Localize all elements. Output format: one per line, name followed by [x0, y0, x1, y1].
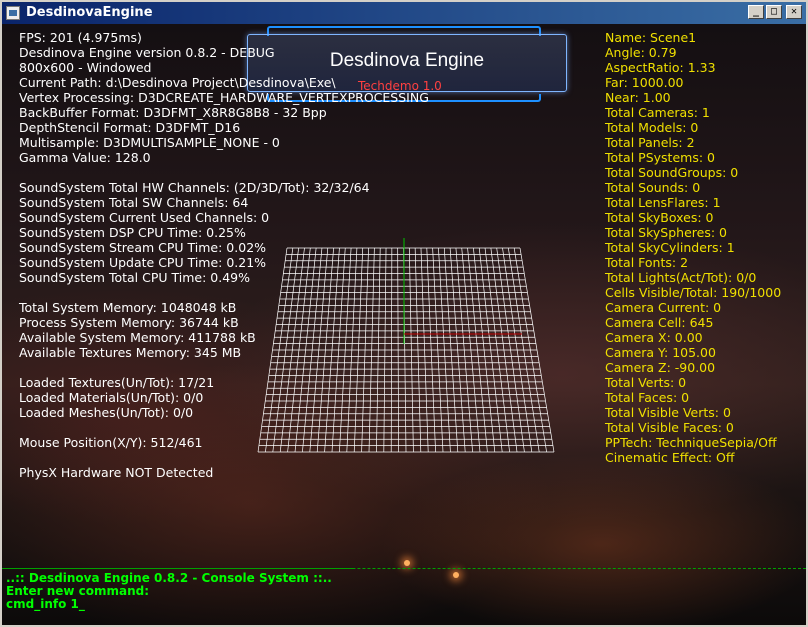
scene-stat-line: Total Lights(Act/Tot): 0/0: [605, 270, 757, 285]
engine-stat-line: Process System Memory: 36744 kB: [19, 315, 239, 330]
scene-stat-line: Cinematic Effect: Off: [605, 450, 735, 465]
engine-stat-line: [19, 285, 429, 300]
scene-stat-line: PPTech: TechniqueSepia/Off: [605, 435, 777, 450]
scene-stat-line: Far: 1000.00: [605, 75, 684, 90]
engine-stat-line: BackBuffer Format: D3DFMT_X8R8G8B8 - 32 …: [19, 105, 327, 120]
scene-stat-line: Total Cameras: 1: [605, 105, 710, 120]
scene-stat-line: Total Sounds: 0: [605, 180, 701, 195]
minimize-button[interactable]: _: [748, 5, 764, 19]
scene-stat-line: Total LensFlares: 1: [605, 195, 721, 210]
scene-stat-line: Camera X: 0.00: [605, 330, 703, 345]
close-button[interactable]: ✕: [786, 5, 802, 19]
console-input[interactable]: cmd_info 1_: [6, 598, 332, 611]
engine-stat-line: Available Textures Memory: 345 MB: [19, 345, 242, 360]
engine-stat-line: [19, 360, 429, 375]
engine-stat-line: Loaded Textures(Un/Tot): 17/21: [19, 375, 215, 390]
scene-stat-line: Camera Cell: 645: [605, 315, 714, 330]
scene-stat-line: Total SkyCylinders: 1: [605, 240, 735, 255]
engine-stat-line: Current Path: d:\Desdinova Project\Desdi…: [19, 75, 336, 90]
engine-stat-line: Mouse Position(X/Y): 512/461: [19, 435, 203, 450]
scene-stats-panel: Name: Scene1 Angle: 0.79 AspectRatio: 1.33…: [605, 30, 781, 465]
scene-stat-line: Total Panels: 2: [605, 135, 695, 150]
scene-stat-line: Cells Visible/Total: 190/1000: [605, 285, 782, 300]
window-title: DesdinovaEngine: [26, 5, 153, 20]
scene-stat-line: Camera Z: -90.00: [605, 360, 716, 375]
scene-stat-line: Total Models: 0: [605, 120, 699, 135]
scene-stat-line: Total PSystems: 0: [605, 150, 715, 165]
engine-stat-line: Multisample: D3DMULTISAMPLE_NONE - 0: [19, 135, 280, 150]
render-viewport[interactable]: Desdinova Engine Techdemo 1.0 FPS: 201 (…: [2, 24, 806, 625]
scene-stat-line: Total Fonts: 2: [605, 255, 689, 270]
engine-stat-line: Total System Memory: 1048048 kB: [19, 300, 237, 315]
engine-stat-line: [19, 420, 429, 435]
engine-stat-line: PhysX Hardware NOT Detected: [19, 465, 214, 480]
engine-stat-line: Available System Memory: 411788 kB: [19, 330, 256, 345]
engine-stat-line: SoundSystem DSP CPU Time: 0.25%: [19, 225, 246, 240]
maximize-button[interactable]: □: [766, 5, 782, 19]
engine-stat-line: FPS: 201 (4.975ms): [19, 30, 142, 45]
scene-stat-line: Angle: 0.79: [605, 45, 677, 60]
scene-stat-line: Total SkySpheres: 0: [605, 225, 727, 240]
engine-stat-line: [19, 165, 429, 180]
engine-stat-line: [19, 450, 429, 465]
engine-stat-line: SoundSystem Update CPU Time: 0.21%: [19, 255, 267, 270]
scene-stat-line: Total Visible Verts: 0: [605, 405, 731, 420]
engine-stat-line: SoundSystem Total HW Channels: (2D/3D/To…: [19, 180, 370, 195]
console-text: ..:: Desdinova Engine 0.8.2 - Console Sy…: [6, 572, 332, 611]
console-panel[interactable]: ..:: Desdinova Engine 0.8.2 - Console Sy…: [2, 564, 806, 625]
engine-stat-line: Loaded Materials(Un/Tot): 0/0: [19, 390, 204, 405]
app-icon[interactable]: [6, 6, 20, 20]
engine-stat-line: Vertex Processing: D3DCREATE_HARDWARE_VE…: [19, 90, 429, 105]
engine-stat-line: 800x600 - Windowed: [19, 60, 152, 75]
scene-stat-line: AspectRatio: 1.33: [605, 60, 716, 75]
scene-stat-line: Camera Y: 105.00: [605, 345, 716, 360]
engine-stat-line: SoundSystem Total SW Channels: 64: [19, 195, 249, 210]
engine-stats-panel: FPS: 201 (4.975ms) Desdinova Engine versi…: [19, 30, 429, 480]
console-separator-dashed: [2, 568, 806, 570]
engine-stat-line: Gamma Value: 128.0: [19, 150, 151, 165]
app-window: DesdinovaEngine _ □ ✕ Desdinova Engine T…: [0, 0, 808, 627]
scene-stat-line: Camera Current: 0: [605, 300, 722, 315]
engine-stat-line: SoundSystem Current Used Channels: 0: [19, 210, 270, 225]
scene-stat-line: Total SkyBoxes: 0: [605, 210, 714, 225]
engine-stat-line: Loaded Meshes(Un/Tot): 0/0: [19, 405, 194, 420]
engine-stat-line: SoundSystem Stream CPU Time: 0.02%: [19, 240, 267, 255]
scene-stat-line: Total Verts: 0: [605, 375, 687, 390]
engine-stat-line: Desdinova Engine version 0.8.2 - DEBUG: [19, 45, 275, 60]
scene-stat-line: Name: Scene1: [605, 30, 697, 45]
engine-stat-line: SoundSystem Total CPU Time: 0.49%: [19, 270, 250, 285]
scene-stat-line: Total Faces: 0: [605, 390, 690, 405]
scene-stat-line: Total Visible Faces: 0: [605, 420, 734, 435]
engine-stat-line: DepthStencil Format: D3DFMT_D16: [19, 120, 241, 135]
window-controls: _ □ ✕: [748, 5, 802, 19]
scene-stat-line: Total SoundGroups: 0: [605, 165, 739, 180]
scene-stat-line: Near: 1.00: [605, 90, 671, 105]
title-bar[interactable]: DesdinovaEngine _ □ ✕: [2, 2, 806, 24]
